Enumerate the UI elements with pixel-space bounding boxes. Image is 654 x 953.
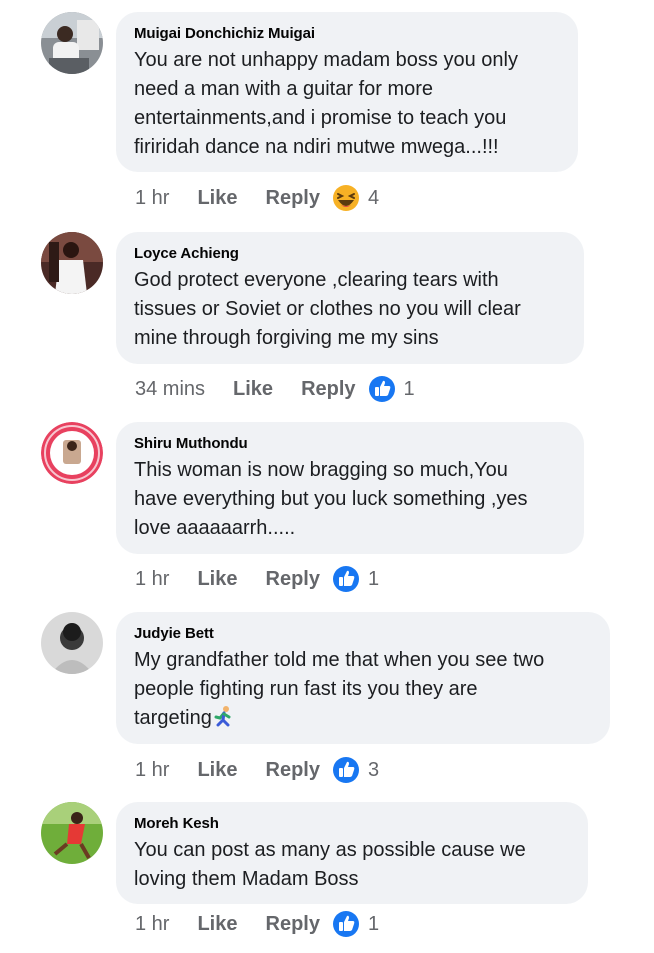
- comment-author[interactable]: Muigai Donchichiz Muigai: [134, 24, 556, 44]
- comment-actions: 1 hr Like Reply 1: [135, 564, 379, 594]
- avatar[interactable]: [41, 232, 103, 294]
- comment-text-body: My grandfather told me that when you see…: [134, 649, 545, 729]
- comment-author[interactable]: Loyce Achieng: [134, 244, 562, 264]
- comment-bubble: Shiru Muthondu This woman is now braggin…: [116, 422, 584, 554]
- reaction-count[interactable]: 1: [368, 568, 379, 591]
- comment-author[interactable]: Shiru Muthondu: [134, 434, 562, 454]
- avatar-photo-icon: [41, 802, 103, 864]
- comment-text: My grandfather told me that when you see…: [134, 646, 588, 733]
- comment-actions: 1 hr Like Reply 1: [135, 909, 379, 939]
- haha-reaction-icon[interactable]: [332, 184, 360, 212]
- comment-text: You can post as many as possible cause w…: [134, 839, 526, 890]
- comment-bubble: Judyie Bett My grandfather told me that …: [116, 612, 610, 744]
- comment-author[interactable]: Moreh Kesh: [134, 814, 566, 834]
- comment-actions: 1 hr Like Reply 3: [135, 755, 379, 785]
- comment-bubble: Moreh Kesh You can post as many as possi…: [116, 802, 588, 904]
- comment-text: God protect everyone ,clearing tears wit…: [134, 269, 521, 349]
- comment-text: This woman is now bragging so much,You h…: [134, 459, 528, 539]
- comment-timestamp[interactable]: 34 mins: [135, 378, 205, 401]
- avatar-photo-icon: [41, 422, 103, 484]
- like-reaction-icon[interactable]: [332, 910, 360, 938]
- comment-timestamp[interactable]: 1 hr: [135, 187, 169, 210]
- like-button[interactable]: Like: [197, 568, 237, 591]
- avatar-photo-icon: [41, 232, 103, 294]
- comment-text: You are not unhappy madam boss you only …: [134, 49, 518, 158]
- reply-button[interactable]: Reply: [266, 759, 320, 782]
- like-button[interactable]: Like: [233, 378, 273, 401]
- like-button[interactable]: Like: [197, 913, 237, 936]
- comment-actions: 1 hr Like Reply 4: [135, 183, 379, 213]
- reaction-count[interactable]: 3: [368, 759, 379, 782]
- like-reaction-icon[interactable]: [368, 375, 396, 403]
- comment-author[interactable]: Judyie Bett: [134, 624, 588, 644]
- reaction-count[interactable]: 1: [368, 913, 379, 936]
- like-button[interactable]: Like: [197, 187, 237, 210]
- avatar[interactable]: [41, 802, 103, 864]
- comment-bubble: Loyce Achieng God protect everyone ,clea…: [116, 232, 584, 364]
- comment-timestamp[interactable]: 1 hr: [135, 913, 169, 936]
- reply-button[interactable]: Reply: [266, 913, 320, 936]
- like-reaction-icon[interactable]: [332, 756, 360, 784]
- avatar-photo-icon: [41, 12, 103, 74]
- reply-button[interactable]: Reply: [301, 378, 355, 401]
- like-button[interactable]: Like: [197, 759, 237, 782]
- avatar[interactable]: [41, 612, 103, 674]
- like-reaction-icon[interactable]: [332, 565, 360, 593]
- reply-button[interactable]: Reply: [266, 187, 320, 210]
- reply-button[interactable]: Reply: [266, 568, 320, 591]
- avatar-photo-icon: [41, 612, 103, 674]
- comment-actions: 34 mins Like Reply 1: [135, 374, 415, 404]
- comment-bubble: Muigai Donchichiz Muigai You are not unh…: [116, 12, 578, 172]
- avatar[interactable]: [41, 12, 103, 74]
- comment-timestamp[interactable]: 1 hr: [135, 759, 169, 782]
- avatar[interactable]: [41, 422, 103, 484]
- reaction-count[interactable]: 4: [368, 187, 379, 210]
- reaction-count[interactable]: 1: [404, 378, 415, 401]
- running-person-icon: [214, 706, 231, 727]
- comment-timestamp[interactable]: 1 hr: [135, 568, 169, 591]
